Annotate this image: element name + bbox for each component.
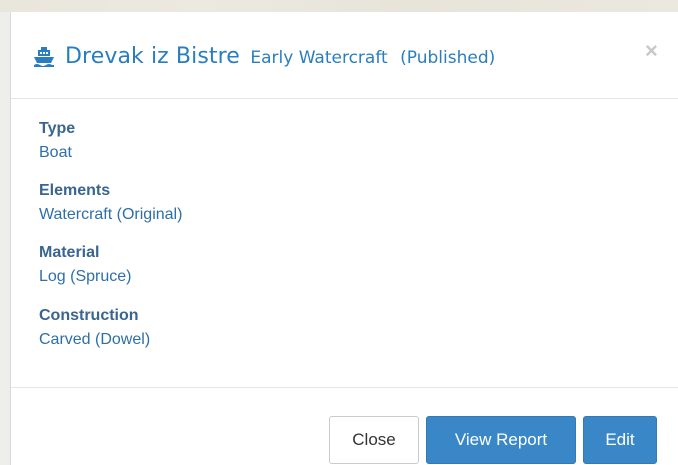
view-report-button[interactable]: View Report	[426, 416, 576, 464]
modal-title-row: Drevak iz Bistre Early Watercraft (Publi…	[65, 44, 495, 69]
modal-title: Drevak iz Bistre	[65, 44, 240, 69]
field-material: Material Log (Spruce)	[39, 241, 132, 289]
field-value: Boat	[39, 144, 72, 161]
map-strip	[0, 0, 678, 12]
modal-body: Type Boat Elements Watercraft (Original)…	[11, 99, 678, 387]
field-value: Log (Spruce)	[39, 268, 132, 285]
field-label: Construction	[39, 307, 139, 324]
field-value: Carved (Dowel)	[39, 331, 151, 348]
field-elements: Elements Watercraft (Original)	[39, 179, 182, 227]
status-badge: (Published)	[400, 48, 496, 68]
field-type: Type Boat	[39, 117, 75, 165]
field-label: Elements	[39, 182, 111, 199]
field-value: Watercraft (Original)	[39, 206, 183, 223]
field-label: Type	[39, 120, 76, 137]
modal-footer: Close View Report Edit	[11, 387, 678, 465]
field-label: Material	[39, 244, 100, 261]
close-button[interactable]: Close	[329, 416, 419, 464]
modal-subtitle: Early Watercraft	[250, 48, 388, 68]
field-construction: Construction Carved (Dowel)	[39, 304, 150, 352]
edit-button[interactable]: Edit	[583, 416, 657, 464]
record-modal: Drevak iz Bistre Early Watercraft (Publi…	[10, 12, 678, 465]
ship-icon	[34, 47, 54, 67]
close-icon[interactable]: ×	[645, 40, 658, 62]
modal-header: Drevak iz Bistre Early Watercraft (Publi…	[11, 12, 678, 99]
